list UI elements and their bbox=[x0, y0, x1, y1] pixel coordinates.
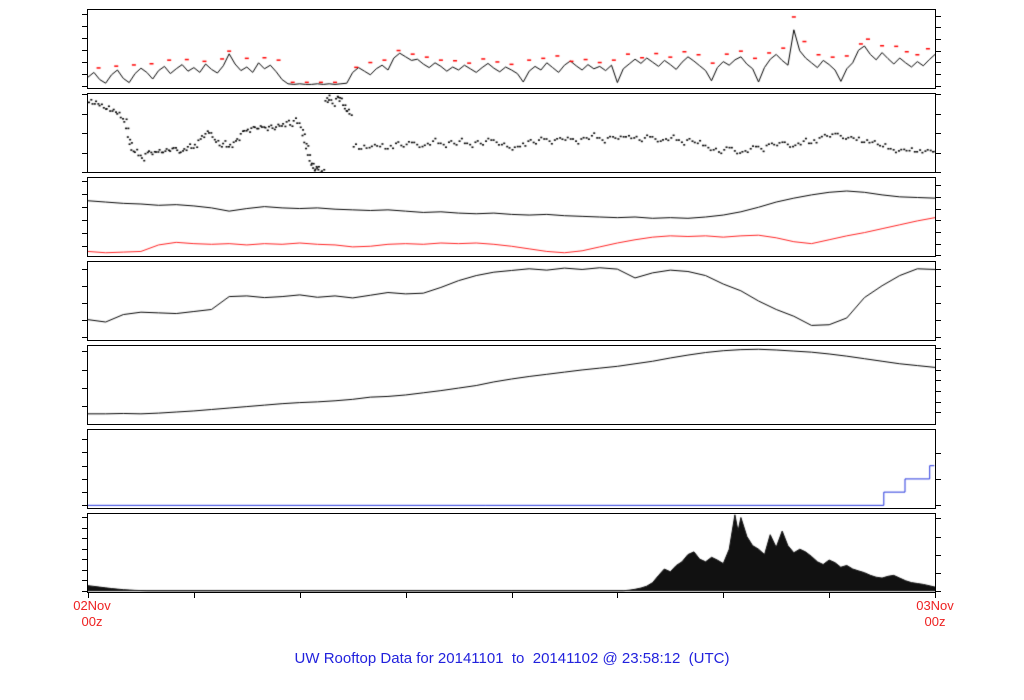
slp-right-tick bbox=[935, 390, 941, 392]
dir-left-tick bbox=[82, 113, 88, 115]
wind-right-tick bbox=[935, 27, 941, 29]
dir-right-tick bbox=[935, 152, 941, 154]
slp-right-tick bbox=[935, 369, 941, 371]
temperature-right-tick bbox=[935, 255, 941, 257]
temperature-right-tick bbox=[935, 208, 941, 210]
precip-right-tick bbox=[935, 453, 941, 455]
precip-right-tick bbox=[935, 505, 941, 507]
slp-left-tick bbox=[82, 351, 88, 353]
rh-right-tick bbox=[935, 336, 941, 338]
temperature-left-tick bbox=[82, 233, 88, 235]
precip-left-tick bbox=[82, 492, 88, 494]
dir-right-tick bbox=[935, 94, 941, 95]
temperature-left-tick bbox=[82, 246, 88, 248]
radiation-left-tick bbox=[82, 517, 88, 519]
wind-left-tick bbox=[82, 61, 88, 63]
radiation-left-tick bbox=[82, 559, 88, 561]
temperature-trace-canvas bbox=[88, 178, 935, 256]
wind-left-tick bbox=[82, 49, 88, 51]
wind-left-tick bbox=[82, 85, 88, 87]
radiation-trace-canvas bbox=[88, 514, 935, 592]
x-end-date-label: 03Nov 00z bbox=[916, 598, 954, 629]
wind-trace-canvas bbox=[88, 10, 935, 88]
meteogram-figure: UW Rooftop Data for 20141101 to 20141102… bbox=[0, 0, 1024, 700]
radiation-left-tick bbox=[82, 569, 88, 571]
wind-left-tick bbox=[82, 73, 88, 75]
dir-left-tick bbox=[82, 94, 88, 95]
precip-left-tick bbox=[82, 465, 88, 467]
rh-left-tick bbox=[82, 302, 88, 304]
temperature-right-tick bbox=[935, 185, 941, 187]
x-axis-tick bbox=[723, 592, 725, 598]
rh-trace-canvas bbox=[88, 262, 935, 340]
wind-left-tick bbox=[82, 25, 88, 27]
temperature-left-tick bbox=[82, 220, 88, 222]
rh-right-tick bbox=[935, 268, 941, 270]
wind-right-tick bbox=[935, 73, 941, 75]
wind-right-tick bbox=[935, 85, 941, 87]
x-axis-tick bbox=[617, 592, 619, 598]
wind-left-tick bbox=[82, 37, 88, 39]
x-axis-tick bbox=[405, 592, 407, 598]
rh-left-tick bbox=[82, 285, 88, 287]
dir-left-tick bbox=[82, 172, 88, 173]
temperature-left-tick bbox=[82, 181, 88, 183]
radiation-left-tick bbox=[82, 548, 88, 550]
dir-right-tick bbox=[935, 172, 941, 173]
radiation-right-tick bbox=[935, 572, 941, 574]
slp-trace-canvas bbox=[88, 346, 935, 424]
radiation-left-tick bbox=[82, 580, 88, 582]
dir-right-tick bbox=[935, 133, 941, 134]
chart-title: UW Rooftop Data for 20141101 to 20141102… bbox=[294, 650, 730, 667]
slp-right-tick bbox=[935, 412, 941, 414]
wind-left-tick bbox=[82, 13, 88, 15]
precip-left-tick bbox=[82, 478, 88, 480]
dir-left-tick bbox=[82, 133, 88, 134]
temperature-right-tick bbox=[935, 220, 941, 222]
temperature-left-tick bbox=[82, 207, 88, 209]
x-start-date-label: 02Nov 00z bbox=[73, 598, 111, 629]
dir-left-tick bbox=[82, 152, 88, 154]
slp-right-tick bbox=[935, 380, 941, 382]
temperature-right-tick bbox=[935, 196, 941, 198]
rh-right-tick bbox=[935, 285, 941, 287]
slp-left-tick bbox=[82, 369, 88, 371]
x-axis-tick bbox=[511, 592, 513, 598]
wind-right-tick bbox=[935, 15, 941, 17]
temperature-left-tick bbox=[82, 194, 88, 196]
x-axis-tick bbox=[299, 592, 301, 598]
rh-right-tick bbox=[935, 319, 941, 321]
rh-left-tick bbox=[82, 268, 88, 270]
dir-right-tick bbox=[935, 113, 941, 115]
slp-left-tick bbox=[82, 387, 88, 389]
precip-left-tick bbox=[82, 452, 88, 454]
rh-left-tick bbox=[82, 319, 88, 321]
temperature-right-tick bbox=[935, 231, 941, 233]
slp-right-tick bbox=[935, 358, 941, 360]
precip-left-tick bbox=[82, 505, 88, 507]
dir-trace-canvas bbox=[88, 94, 935, 172]
radiation-right-tick bbox=[935, 518, 941, 520]
rh-right-tick bbox=[935, 302, 941, 304]
precip-left-tick bbox=[82, 439, 88, 441]
wind-right-tick bbox=[935, 62, 941, 64]
rh-left-tick bbox=[82, 336, 88, 338]
radiation-right-tick bbox=[935, 536, 941, 538]
radiation-right-tick bbox=[935, 554, 941, 556]
temperature-right-tick bbox=[935, 243, 941, 245]
x-axis-tick bbox=[193, 592, 195, 598]
wind-right-tick bbox=[935, 50, 941, 52]
slp-left-tick bbox=[82, 405, 88, 407]
precip-right-tick bbox=[935, 479, 941, 481]
wind-right-tick bbox=[935, 38, 941, 40]
slp-right-tick bbox=[935, 401, 941, 403]
radiation-left-tick bbox=[82, 538, 88, 540]
radiation-left-tick bbox=[82, 527, 88, 529]
precip-trace-canvas bbox=[88, 430, 935, 508]
x-axis-tick bbox=[829, 592, 831, 598]
slp-right-tick bbox=[935, 348, 941, 350]
